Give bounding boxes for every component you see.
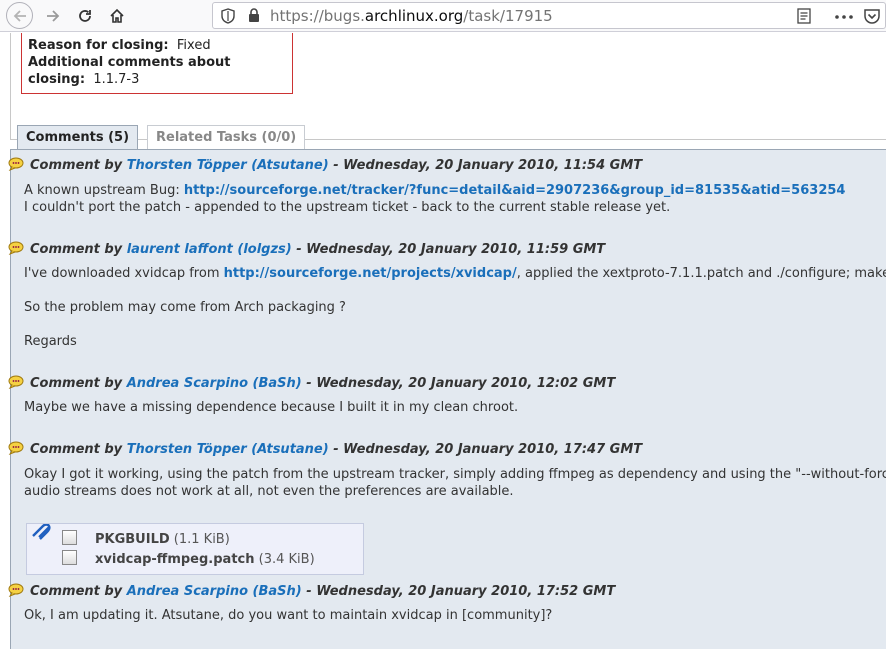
comment-date: - Wednesday, 20 January 2010, 17:47 GMT <box>333 442 643 457</box>
page-content: Reason for closing: Fixed Additional com… <box>0 33 886 649</box>
paperclip-icon <box>32 524 51 540</box>
tab-comments[interactable]: Comments (5) <box>17 125 139 151</box>
attachment-checkbox[interactable] <box>62 530 77 545</box>
attachments-box: PKGBUILD (1.1 KiB) xvidcap-ffmpeg.patch … <box>26 523 364 575</box>
comment-author-link[interactable]: Andrea Scarpino (BaSh) <box>127 376 302 391</box>
attachment-name[interactable]: xvidcap-ffmpeg.patch <box>95 552 255 567</box>
comment-author-link[interactable]: Thorsten Töpper (Atsutane) <box>127 442 329 457</box>
arrow-left-icon <box>13 9 26 22</box>
closure-info-box: Reason for closing: Fixed Additional com… <box>21 33 293 94</box>
comment-header: Comment by laurent laffont (lolgzs) - We… <box>8 241 605 257</box>
comment-prefix: Comment by <box>30 442 123 457</box>
additional-comments-label: Additional comments about <box>28 55 231 70</box>
speech-bubble-icon <box>8 583 24 597</box>
forward-button[interactable] <box>40 3 66 29</box>
url-text[interactable]: https://bugs.archlinux.org/task/17915 <box>270 7 553 25</box>
comment-body: Ok, I am updating it. Atsutane, do you w… <box>24 608 553 623</box>
reload-icon <box>79 10 91 22</box>
comment-author-link[interactable]: Andrea Scarpino (BaSh) <box>127 584 302 599</box>
comment-body: A known upstream Bug: http://sourceforge… <box>24 183 846 215</box>
attachment-item[interactable]: xvidcap-ffmpeg.patch (3.4 KiB) <box>95 552 315 567</box>
lock-icon[interactable] <box>247 7 261 24</box>
speech-bubble-icon <box>8 157 24 171</box>
speech-bubble-icon <box>8 375 24 389</box>
comment-prefix: Comment by <box>30 584 123 599</box>
additional-comments-value: 1.1.7-3 <box>93 72 140 87</box>
comment-prefix: Comment by <box>30 242 123 257</box>
additional-comments-label-cont: closing: <box>28 72 86 87</box>
comment-date: - Wednesday, 20 January 2010, 11:59 GMT <box>296 242 606 257</box>
speech-bubble-icon <box>8 241 24 255</box>
shield-icon[interactable] <box>221 8 235 24</box>
pocket-icon[interactable] <box>863 7 881 25</box>
attachment-name[interactable]: PKGBUILD <box>95 532 170 547</box>
xvidcap-project-link[interactable]: http://sourceforge.net/projects/xvidcap/ <box>224 266 517 281</box>
arrow-right-icon <box>47 10 60 22</box>
more-actions-icon[interactable] <box>835 15 853 19</box>
upstream-bug-link[interactable]: http://sourceforge.net/tracker/?func=det… <box>184 183 846 198</box>
comment-date: - Wednesday, 20 January 2010, 12:02 GMT <box>306 376 616 391</box>
reload-button[interactable] <box>72 3 98 29</box>
comment-prefix: Comment by <box>30 376 123 391</box>
comment-body: Maybe we have a missing dependence becau… <box>24 400 519 415</box>
reader-view-icon[interactable] <box>797 8 811 24</box>
attachment-checkbox[interactable] <box>62 550 77 565</box>
browser-toolbar: https://bugs.archlinux.org/task/17915 <box>0 0 886 32</box>
attachment-item[interactable]: PKGBUILD (1.1 KiB) <box>95 532 230 547</box>
back-button[interactable] <box>6 2 33 29</box>
speech-bubble-icon <box>8 441 24 455</box>
comment-date: - Wednesday, 20 January 2010, 11:54 GMT <box>333 158 643 173</box>
attachment-size: (3.4 KiB) <box>258 552 315 567</box>
comment-author-link[interactable]: laurent laffont (lolgzs) <box>127 242 292 257</box>
comment-body: I've downloaded xvidcap from http://sour… <box>24 266 886 349</box>
reason-value: Fixed <box>176 38 211 53</box>
attachment-size: (1.1 KiB) <box>173 532 230 547</box>
reason-label: Reason for closing: <box>28 38 169 53</box>
home-button[interactable] <box>104 3 130 29</box>
comment-header: Comment by Andrea Scarpino (BaSh) - Wedn… <box>8 375 615 391</box>
comment-prefix: Comment by <box>30 158 123 173</box>
comment-body: Okay I got it working, using the patch f… <box>24 467 886 499</box>
comment-header: Comment by Andrea Scarpino (BaSh) - Wedn… <box>8 583 615 599</box>
comment-date: - Wednesday, 20 January 2010, 17:52 GMT <box>306 584 616 599</box>
tab-related-tasks[interactable]: Related Tasks (0/0) <box>147 125 306 150</box>
home-icon <box>110 8 124 23</box>
comment-header: Comment by Thorsten Töpper (Atsutane) - … <box>8 441 642 457</box>
comment-header: Comment by Thorsten Töpper (Atsutane) - … <box>8 157 642 173</box>
url-bar[interactable]: https://bugs.archlinux.org/task/17915 <box>212 2 886 29</box>
comment-author-link[interactable]: Thorsten Töpper (Atsutane) <box>127 158 329 173</box>
